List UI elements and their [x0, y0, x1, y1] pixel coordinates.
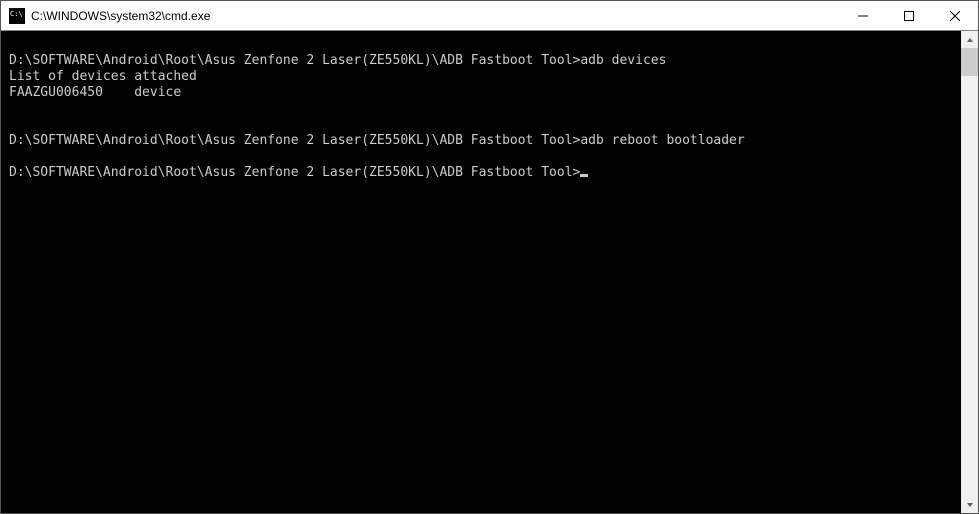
close-button[interactable] — [932, 1, 978, 30]
window-title: C:\WINDOWS\system32\cmd.exe — [31, 9, 840, 23]
terminal-line: FAAZGU006450 device — [9, 85, 953, 101]
scroll-up-button[interactable] — [961, 31, 978, 48]
terminal-line: D:\SOFTWARE\Android\Root\Asus Zenfone 2 … — [9, 165, 953, 181]
window-controls — [840, 1, 978, 30]
maximize-button[interactable] — [886, 1, 932, 30]
scroll-down-button[interactable] — [961, 496, 978, 513]
terminal-line — [9, 101, 953, 117]
minimize-button[interactable] — [840, 1, 886, 30]
cursor — [580, 174, 588, 177]
scrollbar-thumb[interactable] — [961, 48, 978, 76]
terminal-line: D:\SOFTWARE\Android\Root\Asus Zenfone 2 … — [9, 133, 953, 149]
terminal-line: List of devices attached — [9, 69, 953, 85]
terminal-line — [9, 117, 953, 133]
terminal-line — [9, 37, 953, 53]
vertical-scrollbar[interactable] — [961, 31, 978, 513]
terminal-line — [9, 149, 953, 165]
client-area: D:\SOFTWARE\Android\Root\Asus Zenfone 2 … — [1, 31, 978, 513]
cmd-icon — [9, 8, 25, 24]
titlebar[interactable]: C:\WINDOWS\system32\cmd.exe — [1, 1, 978, 31]
terminal-line: D:\SOFTWARE\Android\Root\Asus Zenfone 2 … — [9, 53, 953, 69]
terminal-output[interactable]: D:\SOFTWARE\Android\Root\Asus Zenfone 2 … — [1, 31, 961, 513]
scrollbar-track[interactable] — [961, 48, 978, 496]
